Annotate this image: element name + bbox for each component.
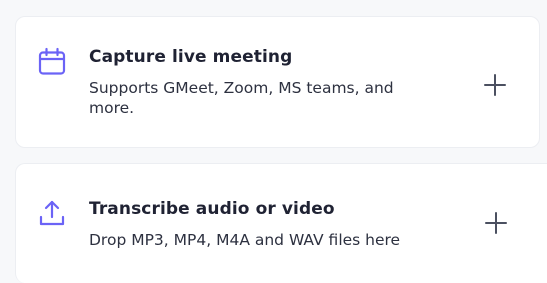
card-subtitle: Drop MP3, MP4, M4A and WAV files here — [89, 231, 401, 249]
capture-live-meeting-card[interactable]: Capture live meeting Supports GMeet, Zoo… — [15, 16, 540, 148]
plus-icon[interactable] — [484, 74, 506, 96]
card-title: Transcribe audio or video — [89, 199, 335, 219]
card-subtitle: Supports GMeet, Zoom, MS teams, and more… — [89, 79, 394, 117]
upload-icon — [39, 200, 65, 226]
transcribe-audio-video-card[interactable]: Transcribe audio or video Drop MP3, MP4,… — [15, 163, 547, 283]
plus-icon[interactable] — [485, 212, 507, 234]
calendar-icon — [38, 47, 66, 75]
card-title: Capture live meeting — [89, 47, 293, 67]
